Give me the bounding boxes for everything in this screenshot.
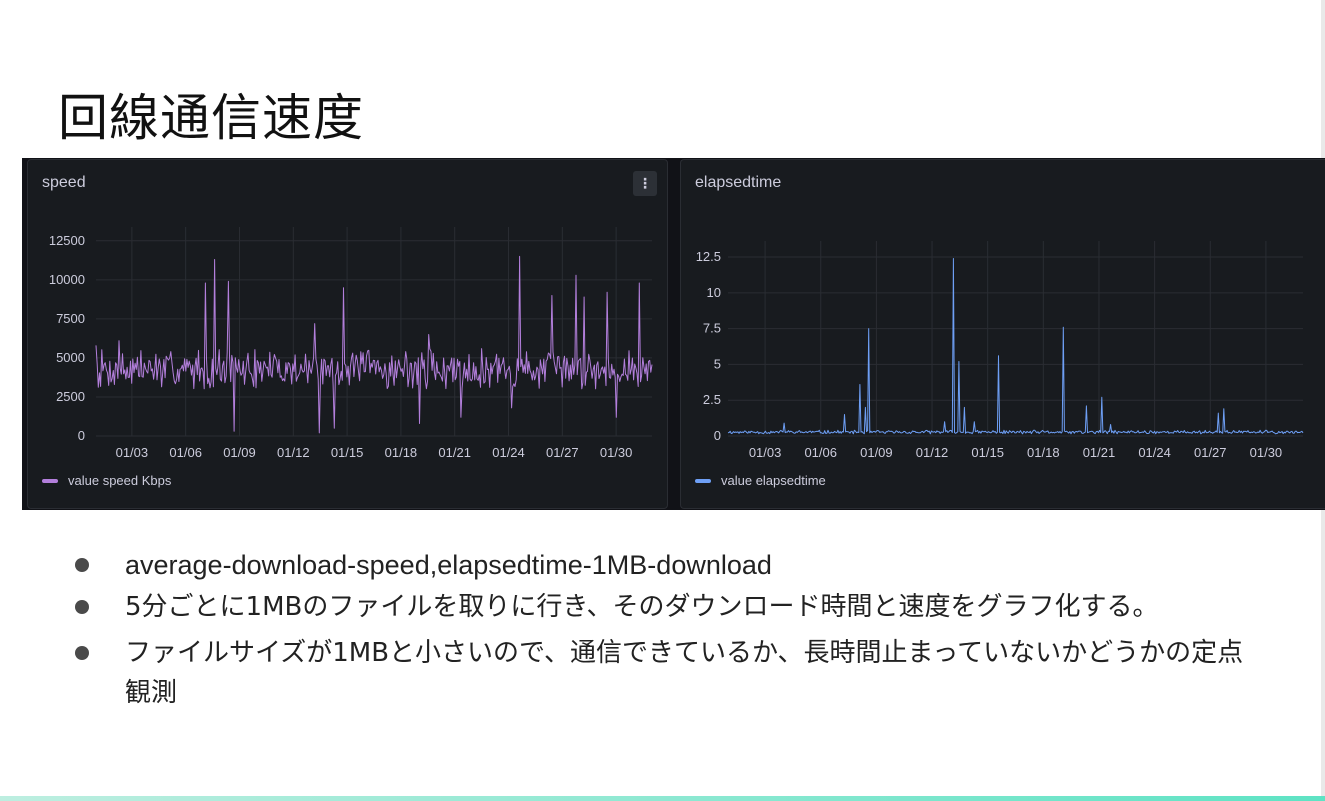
x-tick-label: 01/24 (1138, 445, 1171, 460)
elapsedtime-panel[interactable]: elapsedtime 0 2.5 5 7.5 10 12.5 01/03 01/06 01/0… (680, 159, 1325, 509)
x-tick-label: 01/06 (804, 445, 837, 460)
y-tick-label: 0 (714, 428, 721, 443)
x-tick-label: 01/03 (749, 445, 782, 460)
y-tick-label: 10 (707, 285, 721, 300)
x-tick-label: 01/30 (600, 445, 633, 460)
bullet-item: ファイルサイズが1MBと小さいので、通信できているか、長時間止まっていないかどう… (68, 633, 1268, 713)
bullet-list: average-download-speed,elapsedtime-1MB-d… (68, 545, 1268, 719)
x-tick-label: 01/15 (331, 445, 364, 460)
series-line (727, 258, 1304, 435)
bullet-dot (75, 600, 89, 614)
x-tick-label: 01/12 (277, 445, 310, 460)
y-tick-label: 5 (714, 356, 721, 371)
speed-chart[interactable]: 0 2500 5000 7500 10000 12500 01/03 01/06 01/09 01… (28, 160, 668, 509)
bullet-item: 5分ごとに1MBのファイルを取りに行き、そのダウンロード時間と速度をグラフ化する… (68, 587, 1268, 627)
y-tick-label: 2500 (56, 389, 85, 404)
y-tick-label: 5000 (56, 350, 85, 365)
bullet-text: ファイルサイズが1MBと小さいので、通信できているか、長時間止まっていないかどう… (125, 638, 1244, 708)
elapsedtime-chart[interactable]: 0 2.5 5 7.5 10 12.5 01/03 01/06 01/09 01/12 01/15 0… (681, 160, 1325, 509)
x-tick-label: 01/18 (385, 445, 418, 460)
x-tick-label: 01/27 (546, 445, 579, 460)
bullet-text: average-download-speed,elapsedtime-1MB-d… (125, 550, 772, 580)
bottom-accent-bar (0, 796, 1325, 801)
x-tick-label: 01/12 (916, 445, 949, 460)
x-tick-label: 01/09 (860, 445, 893, 460)
x-tick-label: 01/09 (223, 445, 256, 460)
x-tick-label: 01/15 (971, 445, 1004, 460)
speed-panel[interactable]: speed ⋮ 0 2500 5000 7500 10000 12500 01/03 01/0… (27, 159, 668, 509)
bullet-text: 5分ごとに1MBのファイルを取りに行き、そのダウンロード時間と速度をグラフ化する… (125, 592, 1159, 622)
y-tick-label: 12500 (49, 233, 85, 248)
y-tick-label: 10000 (49, 272, 85, 287)
speed-legend-label: value speed Kbps (68, 473, 172, 488)
x-tick-label: 01/24 (492, 445, 525, 460)
elapsedtime-legend-label: value elapsedtime (721, 473, 826, 488)
x-tick-label: 01/18 (1027, 445, 1060, 460)
x-tick-label: 01/21 (1083, 445, 1116, 460)
y-tick-label: 2.5 (703, 392, 721, 407)
y-tick-label: 12.5 (696, 249, 721, 264)
speed-legend[interactable]: value speed Kbps (42, 473, 171, 488)
x-tick-label: 01/30 (1250, 445, 1283, 460)
y-tick-label: 7.5 (703, 321, 721, 336)
bullet-dot (75, 646, 89, 660)
speed-legend-swatch (42, 478, 58, 483)
x-tick-label: 01/03 (116, 445, 149, 460)
x-tick-label: 01/06 (169, 445, 202, 460)
series-line (95, 255, 653, 434)
elapsedtime-legend[interactable]: value elapsedtime (695, 473, 826, 488)
x-tick-label: 01/27 (1194, 445, 1227, 460)
bullet-item: average-download-speed,elapsedtime-1MB-d… (68, 545, 1268, 585)
slide-title: 回線通信速度 (58, 89, 364, 147)
y-tick-label: 7500 (56, 311, 85, 326)
bullet-dot (75, 558, 89, 572)
y-tick-label: 0 (78, 428, 85, 443)
x-tick-label: 01/21 (438, 445, 471, 460)
elapsedtime-legend-swatch (695, 478, 711, 483)
